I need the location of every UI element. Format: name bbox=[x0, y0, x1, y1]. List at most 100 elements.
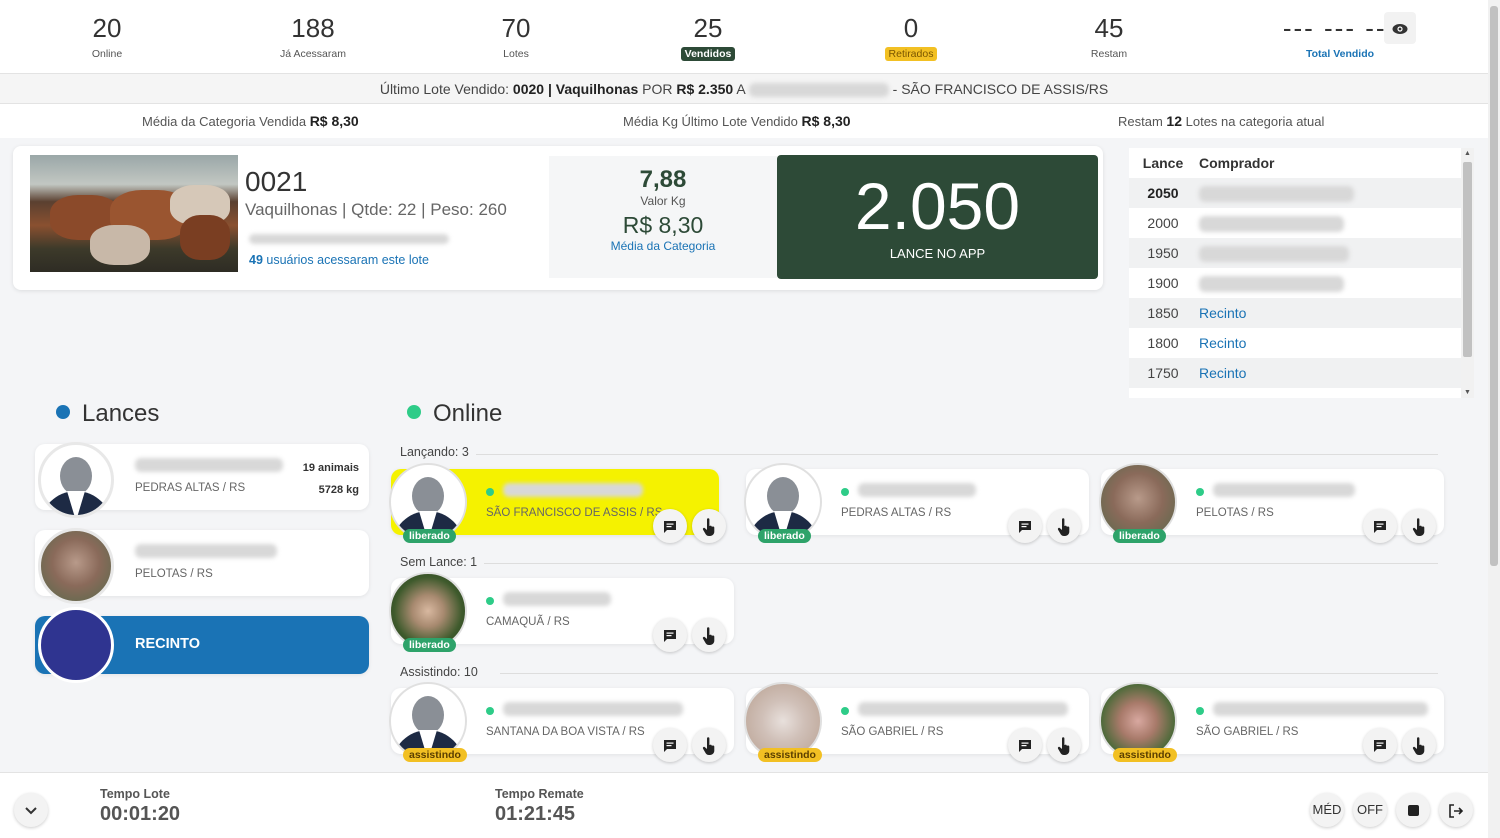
online-user-card[interactable]: assistindo SANTANA DA BOA VISTA / RS bbox=[389, 682, 734, 762]
hand-pointer-icon[interactable] bbox=[1402, 728, 1436, 762]
online-title: Online bbox=[433, 400, 503, 427]
divider bbox=[484, 563, 1438, 564]
averages-bar: Média da Categoria Vendida R$ 8,30 Média… bbox=[0, 104, 1488, 138]
online-dot-icon bbox=[407, 405, 421, 419]
online-status-dot bbox=[841, 488, 849, 496]
lances-section-title: Lances bbox=[56, 400, 159, 428]
lances-dot-icon bbox=[56, 405, 70, 419]
stat-withdrawn: 0 Retirados bbox=[841, 12, 981, 62]
status-badge: assistindo bbox=[758, 748, 822, 762]
buyer-redacted bbox=[1199, 246, 1349, 262]
stat-sold: 25 Vendidos bbox=[638, 12, 778, 62]
hand-pointer-icon[interactable] bbox=[692, 509, 726, 543]
chat-icon[interactable] bbox=[653, 618, 687, 652]
lot-description: Vaquilhonas | Qtde: 22 | Peso: 260 bbox=[245, 200, 507, 219]
lot-seller-redacted bbox=[249, 234, 449, 244]
online-status-dot bbox=[841, 707, 849, 715]
bid-value: 1800 bbox=[1147, 335, 1179, 351]
logout-icon[interactable] bbox=[1439, 793, 1473, 827]
lot-users-link[interactable]: 49 usuários acessaram este lote bbox=[249, 253, 429, 267]
scroll-down-arrow-icon[interactable]: ▼ bbox=[1464, 389, 1471, 396]
hand-pointer-icon[interactable] bbox=[692, 618, 726, 652]
status-badge: liberado bbox=[758, 529, 811, 543]
chat-icon[interactable] bbox=[653, 728, 687, 762]
med-button[interactable]: MÉD bbox=[1310, 793, 1344, 827]
kg-label: Valor Kg bbox=[640, 194, 686, 208]
bid-col-header: Lance bbox=[1142, 155, 1184, 171]
online-user-card[interactable]: liberado PEDRAS ALTAS / RS bbox=[744, 463, 1089, 543]
kg-value: 7,88 bbox=[639, 166, 687, 193]
bid-table-header: Lance Comprador bbox=[1129, 148, 1474, 178]
page-scrollbar[interactable] bbox=[1488, 0, 1500, 838]
stat-lots-value: 70 bbox=[501, 13, 531, 43]
page-scroll-thumb[interactable] bbox=[1490, 6, 1498, 566]
auction-time-label: Tempo Remate bbox=[495, 787, 584, 801]
chat-icon[interactable] bbox=[1008, 728, 1042, 762]
user-name-redacted bbox=[858, 483, 976, 497]
avg-lastkg-label: Média Kg Último Lote Vendido bbox=[623, 114, 798, 129]
hand-pointer-icon[interactable] bbox=[1047, 509, 1081, 543]
lot-photo[interactable] bbox=[30, 155, 238, 272]
online-user-card[interactable]: liberado SÃO FRANCISCO DE ASSIS / RS bbox=[389, 463, 726, 543]
chat-icon[interactable] bbox=[1363, 509, 1397, 543]
avg-lastkg: Média Kg Último Lote Vendido R$ 8,30 bbox=[623, 104, 851, 139]
last-lot-buyer-redacted bbox=[748, 83, 889, 98]
bid-value: 1950 bbox=[1147, 245, 1179, 261]
stat-accessed-label: Já Acessaram bbox=[280, 48, 346, 60]
bidder-weight: 5728 kg bbox=[318, 484, 359, 496]
chat-icon[interactable] bbox=[653, 509, 687, 543]
hand-pointer-icon[interactable] bbox=[692, 728, 726, 762]
remaining-suffix: Lotes na categoria atual bbox=[1185, 114, 1325, 129]
chat-icon[interactable] bbox=[1363, 728, 1397, 762]
current-bid-value: 2.050 bbox=[854, 169, 1021, 243]
online-user-card[interactable]: liberado CAMAQUÃ / RS bbox=[389, 572, 734, 652]
bidder-card[interactable]: PELOTAS / RS bbox=[35, 528, 369, 604]
recinto-card[interactable]: RECINTO bbox=[35, 607, 369, 683]
bid-history-table: Lance Comprador 2050 2000 1950 1900 1850… bbox=[1129, 148, 1474, 398]
status-badge: liberado bbox=[403, 529, 456, 543]
user-name-redacted bbox=[1213, 702, 1428, 716]
table-row: 1900 bbox=[1129, 268, 1474, 298]
last-lot-a: A bbox=[736, 81, 745, 97]
online-section-title: Online bbox=[407, 400, 502, 428]
online-status-dot bbox=[486, 707, 494, 715]
hand-pointer-icon[interactable] bbox=[1402, 509, 1436, 543]
user-name-redacted bbox=[858, 702, 1068, 716]
bid-value: 2050 bbox=[1147, 185, 1179, 201]
chat-icon[interactable] bbox=[1008, 509, 1042, 543]
bid-table-scrollbar[interactable]: ▲ ▼ bbox=[1461, 148, 1474, 398]
status-badge: assistindo bbox=[403, 748, 467, 762]
hand-pointer-icon[interactable] bbox=[1047, 728, 1081, 762]
lot-number: 0021 bbox=[245, 166, 308, 197]
user-city: SÃO FRANCISCO DE ASSIS / RS bbox=[486, 507, 663, 519]
stop-icon[interactable] bbox=[1396, 793, 1430, 827]
online-user-card[interactable]: assistindo SÃO GABRIEL / RS bbox=[744, 682, 1089, 762]
eye-icon[interactable] bbox=[1384, 12, 1416, 44]
category-average-value: R$ 8,30 bbox=[622, 212, 704, 238]
last-lot-bar: Último Lote Vendido: 0020 | Vaquilhonas … bbox=[0, 74, 1488, 104]
bid-value: 2000 bbox=[1147, 215, 1179, 231]
bidder-card[interactable]: PEDRAS ALTAS / RS 19 animais 5728 kg bbox=[35, 442, 369, 518]
online-status-dot bbox=[486, 488, 494, 496]
divider bbox=[500, 673, 1438, 674]
off-button[interactable]: OFF bbox=[1353, 793, 1387, 827]
current-bid-label: LANCE NO APP bbox=[889, 246, 986, 261]
remaining-prefix: Restam bbox=[1118, 114, 1163, 129]
bidder-city: PELOTAS / RS bbox=[135, 568, 213, 580]
scroll-up-arrow-icon[interactable]: ▲ bbox=[1464, 150, 1471, 157]
stat-lots-label: Lotes bbox=[503, 48, 529, 60]
online-user-card[interactable]: assistindo SÃO GABRIEL / RS bbox=[1099, 682, 1444, 762]
online-user-card[interactable]: liberado PELOTAS / RS bbox=[1099, 463, 1444, 543]
stat-sold-value: 25 bbox=[693, 13, 723, 43]
status-badge: assistindo bbox=[1113, 748, 1177, 762]
lot-users-count: 49 bbox=[249, 253, 263, 267]
chevron-down-icon[interactable] bbox=[14, 793, 48, 827]
stat-remaining-value: 45 bbox=[1094, 13, 1124, 43]
user-city: CAMAQUÃ / RS bbox=[486, 616, 570, 628]
stat-lots: 70 Lotes bbox=[446, 12, 586, 62]
stat-withdrawn-value: 0 bbox=[903, 13, 919, 43]
user-city: PELOTAS / RS bbox=[1196, 507, 1274, 519]
stat-online-label: Online bbox=[91, 48, 123, 60]
bid-table-scroll-thumb[interactable] bbox=[1463, 162, 1472, 357]
category-average-label: Média da Categoria bbox=[610, 239, 716, 253]
